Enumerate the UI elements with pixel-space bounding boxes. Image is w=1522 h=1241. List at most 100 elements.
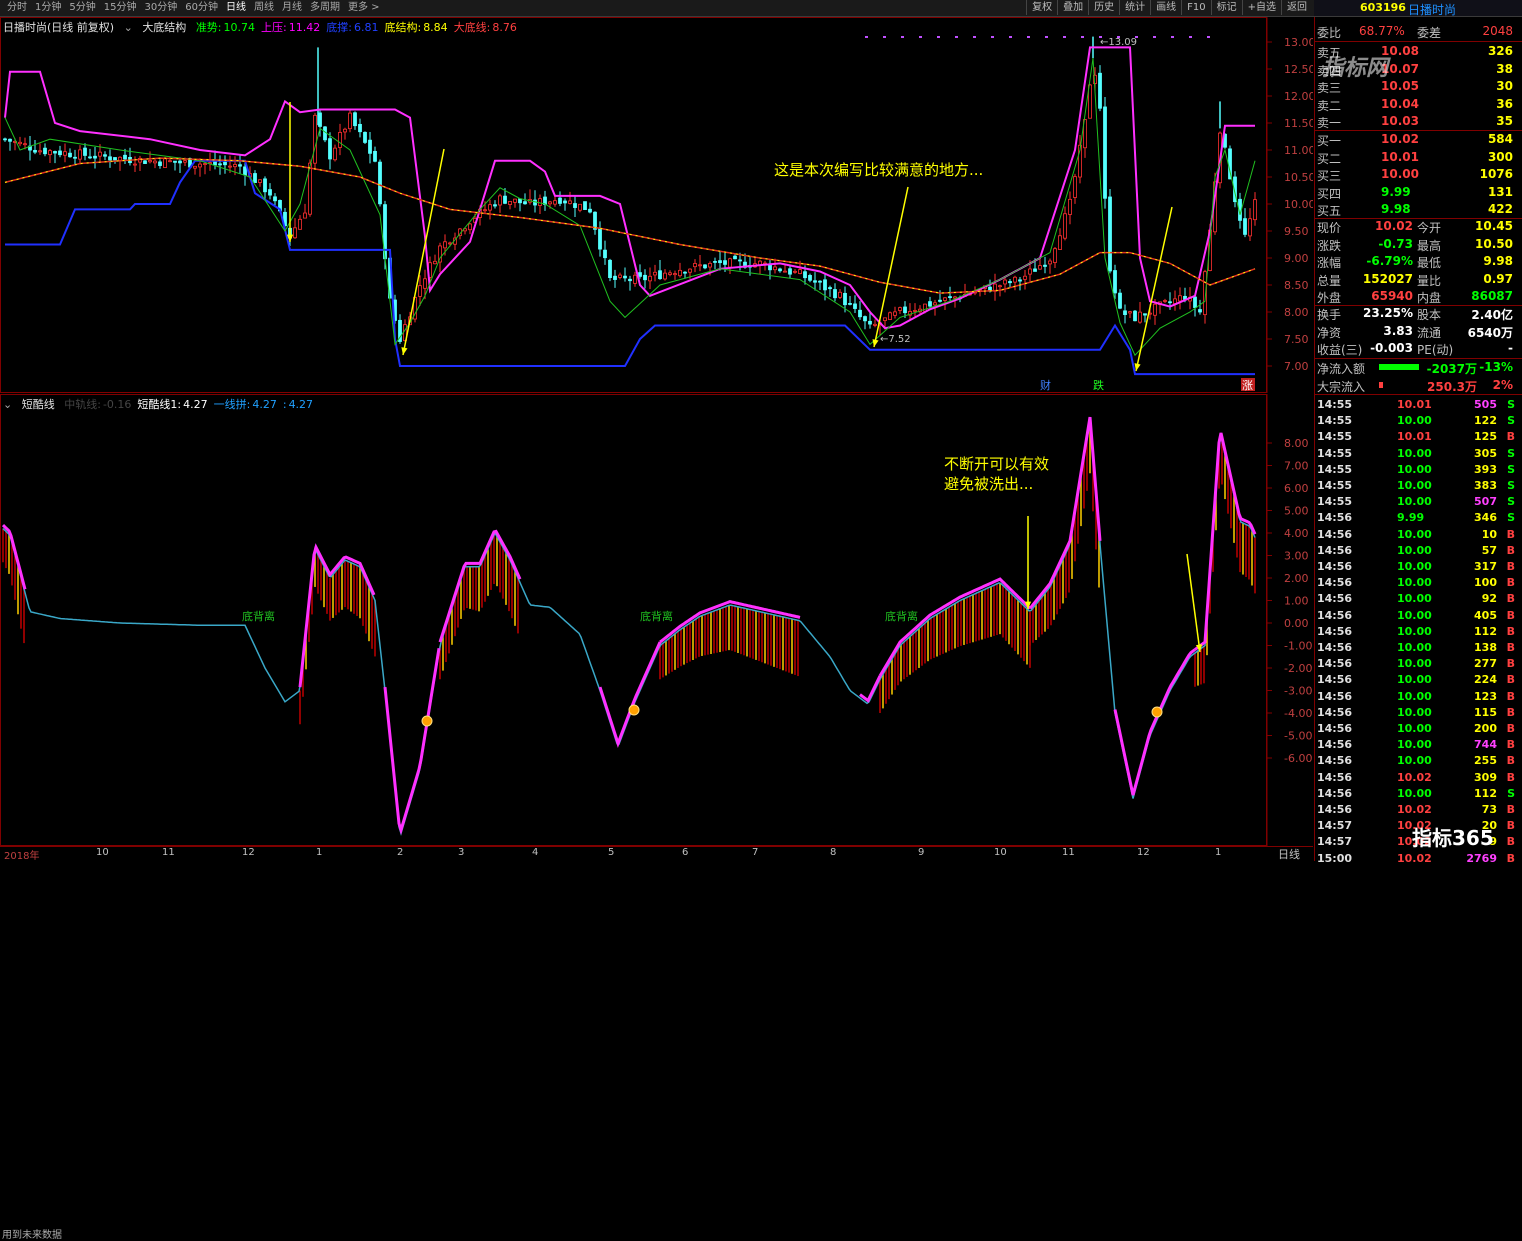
divergence-label: 底背离 — [640, 609, 673, 623]
signal-ball — [421, 715, 433, 727]
period-tab[interactable]: 60分钟 — [182, 1, 221, 15]
sub-annotation: 不断开可以有效 避免被洗出... — [944, 455, 1050, 493]
date-label: 12 — [1137, 847, 1150, 858]
candle-body — [578, 203, 582, 211]
bid-row: 买五 9.98 422 — [1315, 201, 1522, 218]
candle-body — [888, 312, 892, 320]
indicator-dropdown-icon[interactable]: ⌄ — [124, 21, 133, 34]
candle-body — [788, 268, 792, 275]
sub-frame — [0, 394, 1267, 846]
main-kline-chart[interactable]: 13.00 12.50 12.00 11.50 11.00 10.50 10.00 9.50 9… — [0, 17, 1313, 393]
period-label[interactable]: 日线 — [1278, 846, 1300, 862]
period-tab[interactable]: 5分钟 — [66, 1, 98, 15]
tool-button[interactable]: 标记 — [1210, 0, 1242, 15]
candle-body — [633, 274, 637, 284]
candle-body — [803, 271, 807, 279]
candle-body — [433, 260, 437, 265]
tool-button[interactable]: 复权 — [1026, 0, 1057, 15]
candle-body — [713, 261, 717, 263]
trade-volume: 2769 — [1466, 851, 1497, 865]
candle-body — [503, 195, 507, 204]
candle-body — [123, 154, 127, 160]
sub-indicator-chart[interactable]: 8.00 7.00 6.00 5.00 4.00 3.00 2.00 1.00 0.00 -1.0… — [0, 394, 1313, 1241]
future-data-note: 用到未来数据 — [2, 1230, 62, 1241]
tool-button[interactable]: 叠加 — [1057, 0, 1088, 15]
trade-row: 14:55 10.00 393 S — [1315, 462, 1522, 478]
stat2-value: 3.83 — [1383, 323, 1413, 338]
candle-body — [1128, 311, 1132, 314]
date-label: 1 — [1215, 847, 1222, 858]
candle-body — [793, 270, 797, 273]
date-label: 12 — [242, 847, 255, 858]
event-marker[interactable]: 涨 — [1242, 379, 1253, 392]
price-label: 12.00 — [1284, 90, 1313, 103]
candle-body — [928, 301, 932, 307]
period-tab[interactable]: 月线 — [279, 1, 305, 15]
period-tab[interactable]: 周线 — [251, 1, 277, 15]
period-tab[interactable]: 日线 — [223, 1, 249, 15]
price-label: 7.50 — [1284, 333, 1309, 346]
trade-time: 14:56 — [1317, 657, 1353, 671]
signal-dot — [1207, 36, 1210, 38]
sub-indicator-icon[interactable]: ⌄ — [3, 398, 12, 411]
date-label: 10 — [994, 847, 1007, 858]
candle-body — [353, 112, 357, 127]
trade-time: 14:57 — [1317, 819, 1353, 833]
rising-overlay — [1113, 648, 1196, 796]
trade-time: 14:57 — [1317, 835, 1353, 849]
period-tab[interactable]: 15分钟 — [101, 1, 140, 15]
ask-volume: 38 — [1496, 61, 1513, 76]
tool-button[interactable]: 画线 — [1150, 0, 1181, 15]
arrow-4-head — [1134, 363, 1141, 371]
trade-volume: 92 — [1481, 592, 1497, 606]
tool-button[interactable]: 历史 — [1088, 0, 1119, 15]
tool-button[interactable]: +自选 — [1241, 0, 1281, 15]
tool-button[interactable]: 统计 — [1119, 0, 1150, 15]
bid-price: 9.98 — [1381, 202, 1411, 216]
candle-body — [1178, 295, 1182, 302]
trade-volume: 115 — [1474, 705, 1497, 719]
candle-body — [513, 198, 517, 203]
divergence-label: 底背离 — [242, 609, 275, 623]
candle-body — [488, 204, 492, 211]
candle-body — [63, 151, 67, 156]
trade-time: 14:56 — [1317, 527, 1353, 541]
trade-volume: 744 — [1474, 738, 1497, 752]
date-label: 9 — [918, 847, 925, 858]
weibi-row: 委比 68.77% 委差 2048 — [1315, 23, 1522, 40]
indicator-name[interactable]: 大底结构 — [142, 21, 186, 34]
trade-time: 14:56 — [1317, 673, 1353, 687]
value-label: -4.00 — [1284, 707, 1312, 720]
signal-dot — [1189, 36, 1192, 38]
trade-row: 14:56 9.99 346 S — [1315, 510, 1522, 526]
tool-button[interactable]: 返回 — [1281, 0, 1312, 15]
period-tab[interactable]: 1分钟 — [32, 1, 64, 15]
candle-body — [568, 200, 572, 204]
price-label: 10.50 — [1284, 171, 1313, 184]
event-marker[interactable]: 跌 — [1093, 378, 1104, 392]
value-label: 7.00 — [1284, 460, 1309, 473]
event-marker[interactable]: 财 — [1040, 378, 1051, 392]
candle-body — [58, 150, 62, 156]
tool-button[interactable]: F10 — [1181, 0, 1210, 15]
candle-body — [1173, 298, 1177, 304]
trade-side: S — [1507, 511, 1515, 525]
period-tab[interactable]: 分时 — [4, 1, 30, 15]
candle-body — [708, 263, 712, 268]
candle-body — [358, 123, 362, 133]
period-tab[interactable]: 30分钟 — [141, 1, 180, 15]
trade-price: 10.02 — [1397, 803, 1432, 816]
signal-ball — [1151, 706, 1163, 718]
period-tab[interactable]: 更多 > — [345, 1, 383, 15]
candle-body — [228, 165, 232, 168]
sub-indicator-name[interactable]: 短酷线 — [22, 398, 55, 411]
candle-body — [773, 266, 777, 271]
period-tab[interactable]: 多周期 — [307, 1, 343, 15]
candle-body — [1108, 196, 1112, 272]
candle-body — [1053, 248, 1057, 263]
price-label: 9.00 — [1284, 252, 1309, 265]
sub-value: 4.27 — [183, 398, 208, 411]
ask-price: 10.03 — [1381, 114, 1419, 128]
sub-value-label: 中轨线: — [64, 398, 101, 411]
candle-body — [118, 156, 122, 161]
